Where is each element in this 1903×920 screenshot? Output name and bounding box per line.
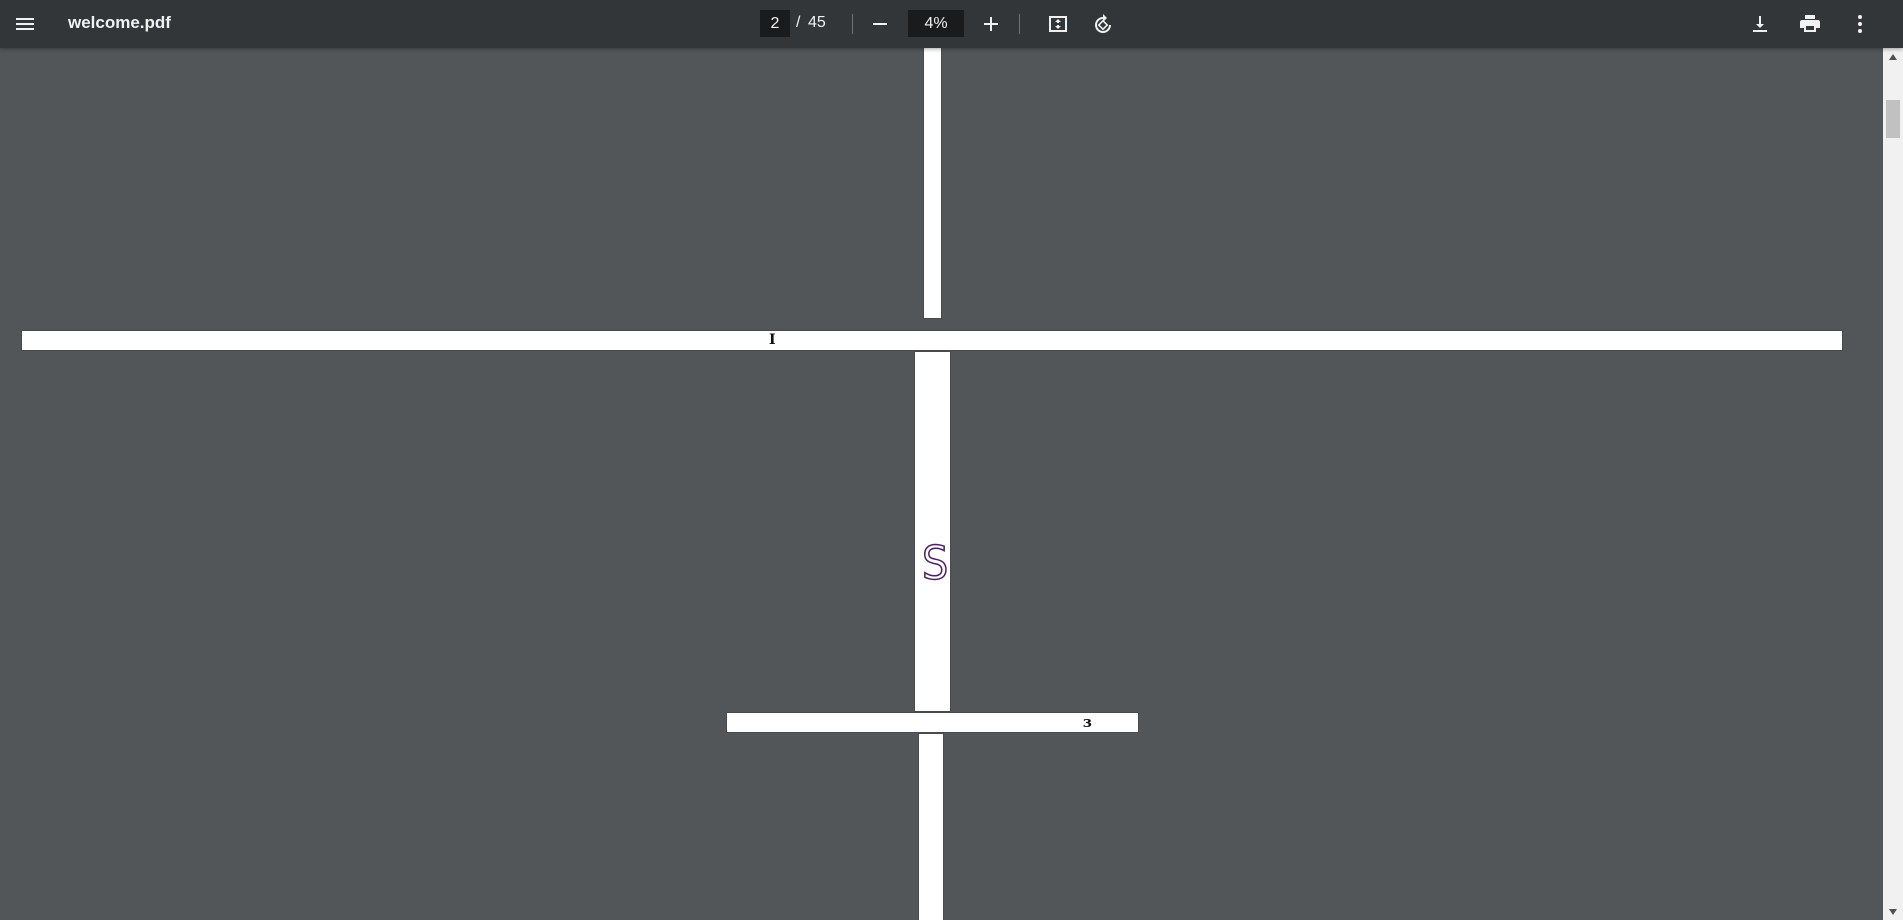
rotate-icon — [1095, 14, 1111, 33]
triangle-down-icon — [1889, 908, 1897, 915]
menu-button[interactable] — [7, 6, 43, 42]
print-button[interactable] — [1792, 6, 1828, 42]
page-4-glyph: ɜ — [1083, 713, 1092, 731]
zoom-out-button[interactable] — [862, 6, 898, 42]
fit-to-page-button[interactable] — [1040, 6, 1076, 42]
download-icon — [1753, 16, 1767, 32]
page-separator: / — [796, 14, 801, 31]
hamburger-menu-icon — [16, 18, 34, 30]
more-options-button[interactable] — [1842, 6, 1878, 42]
triangle-up-icon — [1889, 53, 1897, 60]
print-icon — [1800, 15, 1820, 32]
page-number-input[interactable] — [760, 10, 790, 37]
toolbar-divider — [852, 14, 853, 34]
pdf-page-4[interactable]: ɜ — [726, 712, 1139, 733]
total-pages: 45 — [808, 14, 826, 31]
download-button[interactable] — [1742, 6, 1778, 42]
toolbar-divider — [1019, 14, 1020, 34]
zoom-level-input[interactable] — [908, 10, 964, 37]
page-2-glyph: I — [769, 332, 776, 348]
more-vert-icon — [1858, 15, 1862, 33]
pdf-toolbar: welcome.pdf / 45 — [0, 0, 1903, 48]
file-title: welcome.pdf — [68, 13, 171, 32]
vertical-scrollbar[interactable] — [1883, 48, 1903, 920]
scroll-thumb[interactable] — [1886, 100, 1900, 138]
pdf-page-5[interactable] — [918, 733, 944, 920]
scroll-up-arrow[interactable] — [1883, 48, 1903, 65]
pdf-page-2[interactable]: I — [21, 330, 1843, 351]
rotate-button[interactable] — [1085, 6, 1121, 42]
plus-icon — [984, 17, 998, 31]
fit-to-page-icon — [1049, 16, 1067, 32]
page-3-glyph: S — [921, 535, 949, 591]
pdf-viewer[interactable]: I S ɜ — [0, 48, 1883, 920]
pdf-page-3[interactable]: S — [914, 351, 951, 712]
scroll-down-arrow[interactable] — [1883, 903, 1903, 920]
minus-icon — [873, 23, 887, 25]
zoom-in-button[interactable] — [973, 6, 1009, 42]
pdf-page-1[interactable] — [923, 48, 942, 319]
